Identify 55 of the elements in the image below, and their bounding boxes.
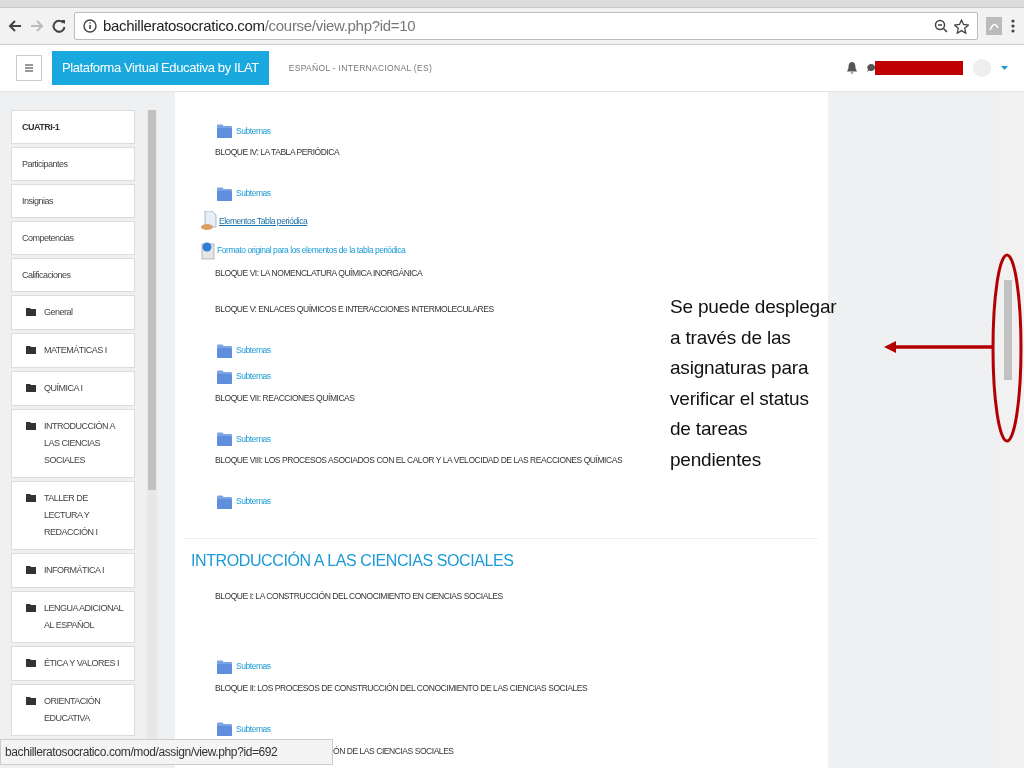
section-topic-text: BLOQUE V: ENLACES QUÍMICOS E INTERACCIONES INTERMOLECULARES xyxy=(215,304,494,314)
section-topic-text: BLOQUE II: LOS PROCESOS DE CONSTRUCCIÓN DEL CONOCIMIENTO DE LAS CIENCIAS SOCIALES xyxy=(215,682,588,693)
zoom-icon[interactable] xyxy=(934,19,948,33)
folder-icon xyxy=(26,603,36,612)
section-heading: INTRODUCCIÓN A LAS CIENCIAS SOCIALES xyxy=(191,550,515,570)
section-topic-text: BLOQUE I: LA CONSTRUCCIÓN DEL CONOCIMIENTO EN CIENCIAS SOCIALES xyxy=(215,591,503,601)
caret-icon[interactable] xyxy=(1001,65,1008,71)
back-icon[interactable] xyxy=(8,19,22,33)
menu-button[interactable] xyxy=(16,55,42,81)
sidebar-scrollbar[interactable] xyxy=(147,110,157,740)
sidebar-item-label[interactable]: QUÍMICA I xyxy=(44,380,83,397)
folder-icon xyxy=(26,696,36,705)
folder-icon xyxy=(217,722,232,736)
globe-page-icon xyxy=(201,240,215,260)
menu-icon xyxy=(25,64,33,72)
section-topic-text: BLOQUE VI: LA NOMENCLATURA QUÍMICA INORGÁNICA xyxy=(215,267,423,278)
sidebar-item[interactable]: Insignias xyxy=(11,184,135,218)
reload-icon[interactable] xyxy=(52,19,66,33)
chat-icon[interactable] xyxy=(867,63,875,73)
status-bar-url: bachilleratosocratico.com/mod/assign/view.php?id=692 xyxy=(0,739,333,765)
folder-icon xyxy=(26,493,36,502)
star-icon[interactable] xyxy=(954,18,969,34)
file-link[interactable]: Elementos Tabla periódica xyxy=(219,214,308,228)
course-title[interactable]: CUATRI-1 xyxy=(11,110,135,144)
folder-icon xyxy=(26,658,36,667)
scrollbar-thumb[interactable] xyxy=(148,110,156,490)
folder-icon xyxy=(217,432,232,446)
bell-icon[interactable] xyxy=(847,62,857,74)
menu-icon[interactable] xyxy=(1010,18,1016,34)
folder-icon xyxy=(26,421,36,430)
annotation-text: Se puede desplegar a través de las asignaturas para verificar el status de tareas pendientes xyxy=(670,295,837,472)
url-text[interactable]: bachilleratosocratico.com/course/view.php?id=10 xyxy=(103,14,416,38)
folder-icon xyxy=(26,307,36,316)
sidebar-item-label[interactable]: General xyxy=(44,304,73,321)
sidebar-item[interactable]: Competencias xyxy=(11,221,135,255)
info-icon[interactable] xyxy=(83,19,97,33)
address-bar[interactable]: bachilleratosocratico.com/course/view.php?id=10 xyxy=(74,12,978,40)
folder-icon xyxy=(217,369,232,384)
folder-icon xyxy=(217,343,232,358)
section-topic-text: BLOQUE VII: REACCIONES QUÍMICAS xyxy=(215,392,355,403)
folder-icon xyxy=(217,494,232,509)
section-topic-text: BLOQUE VIII: LOS PROCESOS ASOCIADOS CON EL CALOR Y LA VELOCIDAD DE LAS REACCIONES QUÍMICAS xyxy=(215,455,623,465)
language-menu[interactable]: ESPAÑOL - INTERNACIONAL (ES) xyxy=(278,61,432,75)
folder-icon xyxy=(26,565,36,574)
folder-icon xyxy=(26,345,36,354)
folder-icon xyxy=(217,659,232,674)
folder-icon xyxy=(217,124,232,138)
section-topic-text: BLOQUE IV: LA TABLA PERIÓDICA xyxy=(215,147,340,157)
document-icon xyxy=(201,211,217,231)
section-topic-text: ÓN DE LAS CIENCIAS SOCIALES xyxy=(333,746,454,756)
sidebar-item[interactable]: Participantes xyxy=(11,147,135,181)
sidebar-item[interactable]: Calificaciones xyxy=(11,258,135,292)
folder-icon xyxy=(26,383,36,392)
scrollbar-thumb[interactable] xyxy=(1004,280,1012,380)
folder-icon xyxy=(217,186,232,201)
